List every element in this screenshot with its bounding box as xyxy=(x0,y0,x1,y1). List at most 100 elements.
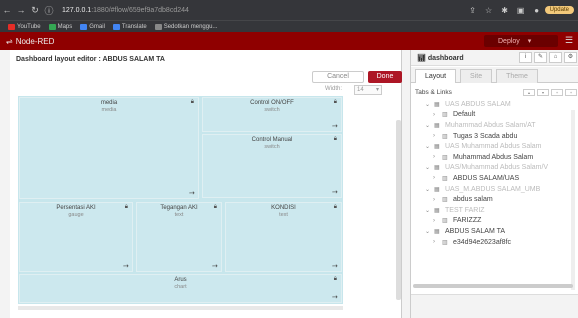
gmail-icon xyxy=(80,23,88,30)
info-icon[interactable]: ⓘ xyxy=(42,4,56,17)
tree-item-label: UAS Muhammad Abdus Salam xyxy=(445,143,542,151)
widget-tile-control-onoff[interactable]: Control ON/OFF switch 🔒︎ ↘ xyxy=(202,97,342,132)
tree-group-item[interactable]: › ▥ FARIZZZ xyxy=(411,216,578,227)
add-link-icon[interactable]: + xyxy=(565,88,577,96)
chevron-down-icon[interactable]: ▾ xyxy=(528,37,532,45)
chevron-right-icon[interactable]: › xyxy=(433,154,442,160)
widget-tile-media[interactable]: media media 🔒︎ ↘ xyxy=(19,97,199,199)
chevron-down-icon[interactable]: ⌄ xyxy=(425,164,434,171)
add-tab-icon[interactable]: + xyxy=(551,88,563,96)
tab-theme[interactable]: Theme xyxy=(496,69,538,83)
lock-icon[interactable]: 🔒︎ xyxy=(334,204,337,211)
chevron-down-icon[interactable]: ⌄ xyxy=(425,122,434,129)
tree-tab-item[interactable]: ⌄ ▦ ABDUS SALAM TA xyxy=(411,226,578,237)
menu-icon[interactable]: ☰ xyxy=(565,35,573,46)
bookmark-other[interactable]: Sedotkan menggu... xyxy=(154,23,217,30)
group-icon: ▥ xyxy=(442,112,448,119)
forward-icon[interactable]: → xyxy=(14,5,28,15)
tree-tab-item[interactable]: ⌄ ▦ UAS_M.ABDUS SALAM_UMB xyxy=(411,184,578,195)
sidebar-title[interactable]: 📊︎ dashboard xyxy=(417,54,519,62)
chevron-down-icon[interactable]: ⌄ xyxy=(425,207,434,214)
resize-handle-icon[interactable]: ↘ xyxy=(330,121,340,131)
done-button[interactable]: Done xyxy=(368,71,402,83)
widget-tile-tegangan-aki[interactable]: Tegangan AKI text 🔒︎ ↘ xyxy=(136,202,222,272)
lock-icon[interactable]: 🔒︎ xyxy=(334,276,337,283)
extensions-icon[interactable]: ✱ xyxy=(497,6,513,15)
back-icon[interactable]: ← xyxy=(0,5,14,15)
chevron-down-icon[interactable]: ⌄ xyxy=(425,186,434,193)
tree-tab-item[interactable]: ⌄ ▦ UAS Muhammad Abdus Salam xyxy=(411,141,578,152)
resize-handle-icon[interactable]: ↘ xyxy=(330,187,340,197)
resize-handle-icon[interactable]: ↘ xyxy=(121,261,131,271)
sidebar-horizontal-scrollbar[interactable] xyxy=(413,284,573,288)
tree-tab-item[interactable]: ⌄ ▦ UAS/Muhammad Abdus Salam/V xyxy=(411,163,578,174)
widget-tile-persentasi-aki[interactable]: Persentasi AKI gauge 🔒︎ ↘ xyxy=(19,202,133,272)
cancel-button[interactable]: Cancel xyxy=(312,71,364,83)
tree-tab-item[interactable]: ⌄ ▦ TEST FARIZ xyxy=(411,205,578,216)
chevron-right-icon[interactable]: › xyxy=(433,133,442,139)
tabs-tree: ⌄ ▦ UAS ABDUS SALAM › ▥ Default ⌄ ▦ Muhammad Abd… xyxy=(411,99,578,247)
widget-tile-kondisi[interactable]: KONDISI text 🔒︎ ↘ xyxy=(225,202,342,272)
deploy-button[interactable]: Deploy ▾ xyxy=(484,35,558,47)
profile-icon[interactable]: ● xyxy=(529,6,545,15)
lock-icon[interactable]: 🔒︎ xyxy=(191,99,194,106)
lock-icon[interactable]: ⌂ xyxy=(549,52,562,63)
widget-tile-control-manual[interactable]: Control Manual switch 🔒︎ ↘ xyxy=(202,134,342,198)
group-icon: ▥ xyxy=(442,154,448,161)
tree-item-label: UAS/Muhammad Abdus Salam/V xyxy=(445,164,549,172)
sidepanel-icon[interactable]: ▣ xyxy=(513,6,529,15)
editor-vertical-scrollbar[interactable] xyxy=(396,120,401,300)
chevron-right-icon[interactable]: › xyxy=(433,239,442,245)
chevron-down-icon[interactable]: ⌄ xyxy=(425,228,434,235)
collapse-all-icon[interactable]: ▴ xyxy=(523,88,535,96)
chevron-down-icon[interactable]: ⌄ xyxy=(425,143,434,150)
update-button[interactable]: Update xyxy=(544,6,574,14)
tree-tab-item[interactable]: ⌄ ▦ Muhammad Abdus Salam/AT xyxy=(411,120,578,131)
share-icon[interactable]: ⇪ xyxy=(465,6,481,15)
bookmark-translate[interactable]: Translate xyxy=(112,23,147,30)
expand-all-icon[interactable]: ▾ xyxy=(537,88,549,96)
tree-group-item[interactable]: › ▥ ABDUS SALAM/UAS xyxy=(411,173,578,184)
edit-icon[interactable]: ✎ xyxy=(534,52,547,63)
tree-tab-item[interactable]: ⌄ ▦ UAS ABDUS SALAM xyxy=(411,99,578,110)
grid-icon: ▦ xyxy=(434,186,440,193)
bookmark-maps[interactable]: Maps xyxy=(48,23,72,30)
tree-group-item[interactable]: › ▥ abdus salam xyxy=(411,194,578,205)
tree-item-label: ABDUS SALAM TA xyxy=(445,227,506,235)
tile-name: Persentasi AKI xyxy=(56,205,96,211)
lock-icon[interactable]: 🔒︎ xyxy=(334,99,337,106)
lock-icon[interactable]: 🔒︎ xyxy=(214,204,217,211)
reload-icon[interactable]: ↻ xyxy=(28,5,42,16)
lock-icon[interactable]: 🔒︎ xyxy=(125,204,128,211)
tree-group-item[interactable]: › ▥ Default xyxy=(411,110,578,121)
bookmark-gmail[interactable]: Gmail xyxy=(80,23,105,30)
gear-icon[interactable]: ⚙ xyxy=(564,52,577,63)
resize-handle-icon[interactable]: ↘ xyxy=(330,292,340,302)
bookmark-youtube[interactable]: YouTube xyxy=(8,23,41,30)
tree-item-label: Tugas 3 Scada abdu xyxy=(453,132,518,140)
resize-handle-icon[interactable]: ↘ xyxy=(330,261,340,271)
tab-layout[interactable]: Layout xyxy=(415,69,457,83)
star-icon[interactable]: ☆ xyxy=(481,6,497,15)
address-bar[interactable]: 127.0.0.1:1880/#flow/659ef9a7db8cd244 xyxy=(62,7,465,14)
chevron-right-icon[interactable]: › xyxy=(433,175,442,181)
width-select[interactable]: 14 ▾ xyxy=(354,85,382,95)
chevron-down-icon[interactable]: ⌄ xyxy=(425,101,434,108)
widget-tile-arus[interactable]: Arus chart 🔒︎ ↘ xyxy=(19,274,342,303)
resize-handle-icon[interactable]: ↘ xyxy=(187,188,197,198)
tree-group-item[interactable]: › ▥ Muhammad Abdus Salam xyxy=(411,152,578,163)
tabs-links-header: Tabs & Links ▴ ▾ + + xyxy=(411,87,578,97)
tree-group-item[interactable]: › ▥ Tugas 3 Scada abdu xyxy=(411,131,578,142)
chevron-right-icon[interactable]: › xyxy=(433,218,442,224)
info-icon[interactable]: i xyxy=(519,52,532,63)
bookmark-label: Gmail xyxy=(89,23,105,30)
chevron-right-icon[interactable]: › xyxy=(433,112,442,118)
sidebar-vertical-scrollbar[interactable] xyxy=(571,110,575,290)
tile-type: text xyxy=(174,212,184,218)
chevron-right-icon[interactable]: › xyxy=(433,197,442,203)
tree-group-item[interactable]: › ▥ e34d94e2623af8fc xyxy=(411,237,578,248)
tab-site[interactable]: Site xyxy=(460,69,493,83)
editor-horizontal-scrollbar[interactable] xyxy=(18,306,343,310)
lock-icon[interactable]: 🔒︎ xyxy=(334,136,337,143)
resize-handle-icon[interactable]: ↘ xyxy=(210,261,220,271)
